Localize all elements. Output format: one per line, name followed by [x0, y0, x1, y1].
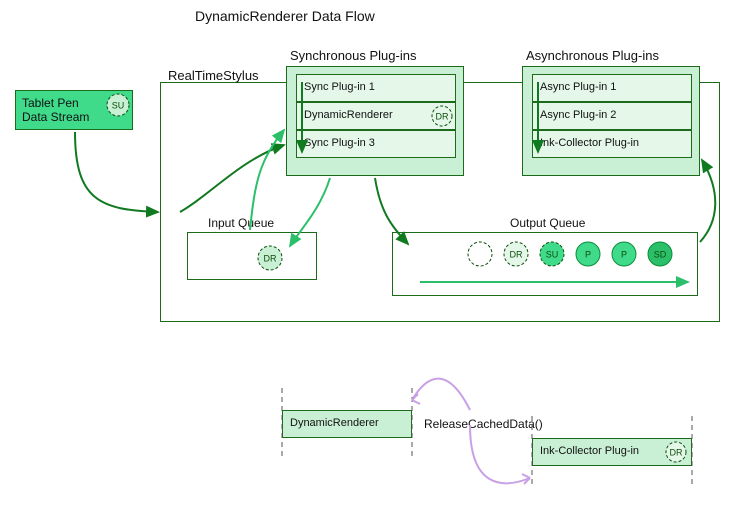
oq-circle-0 — [468, 242, 492, 266]
tablet-to-rts-arrow-icon — [75, 132, 158, 212]
oq-text-5: SD — [654, 249, 667, 259]
sync-to-inputq-arrow-icon — [290, 178, 330, 246]
tablet-su-badge-text: SU — [112, 100, 125, 110]
oq-text-2: SU — [546, 249, 559, 259]
outputq-to-async-arrow-icon — [700, 160, 715, 242]
sync-to-outputq-arrow-icon — [375, 178, 408, 244]
oq-text-1: DR — [510, 249, 523, 259]
bottom-dr-badge-text: DR — [670, 447, 683, 457]
diagram-svg: SU DR DR DR SU P P SD — [0, 0, 740, 519]
oq-text-4: P — [621, 249, 627, 259]
lilac-down-arrow-icon — [470, 425, 530, 483]
sync-dr-badge-text: DR — [436, 111, 449, 121]
input-queue-badge-text: DR — [264, 253, 277, 263]
inputq-to-sync-arrow-icon — [250, 130, 284, 230]
lilac-up-arrow-icon — [412, 379, 470, 410]
oq-text-3: P — [585, 249, 591, 259]
output-queue-circles: DR SU P P SD — [468, 242, 672, 266]
